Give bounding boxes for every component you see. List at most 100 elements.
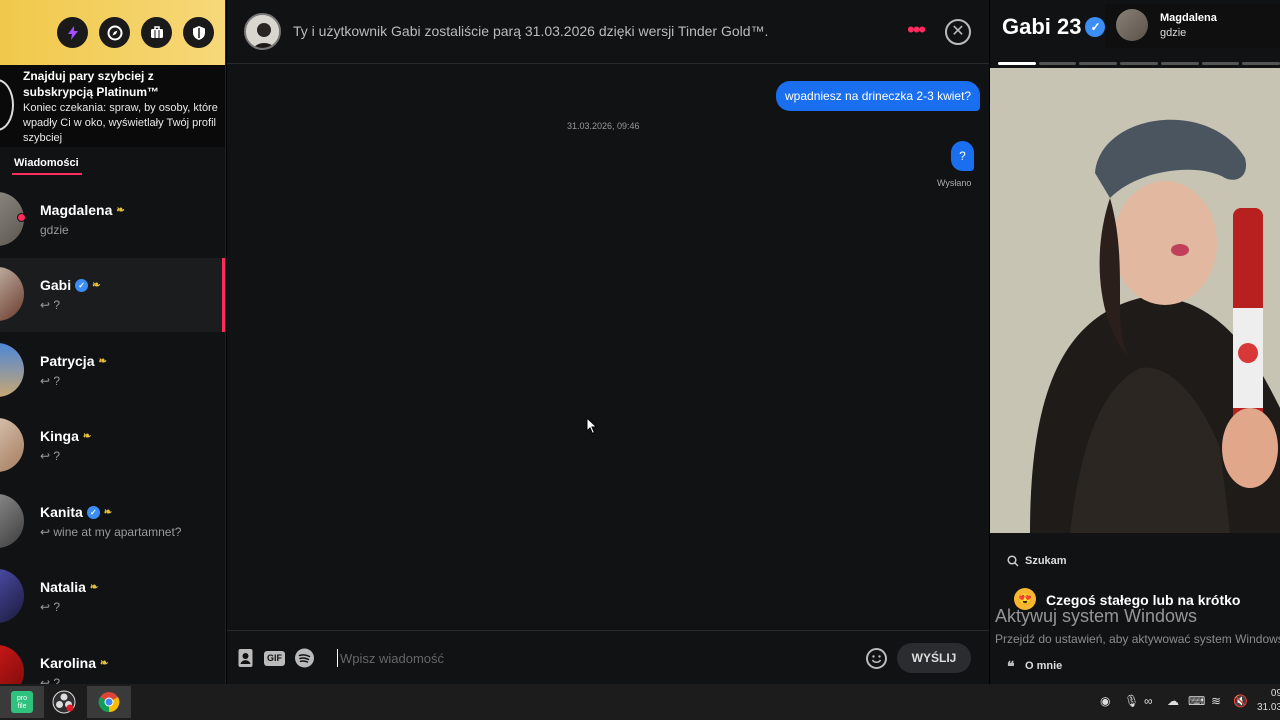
clock-time: 09 [1270, 688, 1280, 699]
conversation-name: Kanita ✓ ❧ [40, 504, 113, 520]
match-info-text: Ty i użytkownik Gabi zostaliście parą 31… [293, 23, 769, 39]
obs-tray-icon[interactable]: ◉ [1100, 694, 1110, 708]
taskbar-app-chrome[interactable] [87, 686, 131, 718]
search-icon [1007, 555, 1019, 567]
emoji-button[interactable] [866, 648, 887, 669]
tinder-app: Znajduj pary szybciej z subskrypcją Plat… [0, 0, 1280, 684]
avatar [0, 267, 24, 321]
conversation-name: Natalia ❧ [40, 579, 99, 595]
conversation-item-kanita[interactable]: Kanita ✓ ❧ ↩ wine at my apartamnet? [0, 485, 225, 559]
conversation-item-patrycja[interactable]: Patrycja ❧ ↩ ? [0, 334, 225, 408]
svg-text:pro: pro [17, 695, 27, 702]
taskbar: pro file ◉ 🎙 ∞ ☁ ⌨ ≋ 🔇 09 31.03 [0, 684, 1280, 720]
conversation-last-message: ↩ ? [40, 374, 61, 388]
message-timestamp: 31.03.2026, 09:46 [567, 121, 640, 131]
quote-icon: ❝ [1007, 658, 1015, 674]
cards-button[interactable] [141, 17, 172, 48]
message-bubble: ? [951, 141, 974, 171]
person-silhouette-icon [246, 15, 279, 48]
boost-button[interactable] [57, 17, 88, 48]
safety-button[interactable] [183, 17, 214, 48]
profile-name-age: Gabi 23 ✓ [1002, 14, 1106, 40]
spotify-icon[interactable] [294, 648, 315, 668]
gold-like-icon: ❧ [98, 355, 107, 367]
windows-activation-subtext: Przejdź do ustawień, aby aktywować syste… [995, 632, 1280, 646]
link-icon[interactable]: ∞ [1144, 694, 1153, 708]
avatar [0, 494, 24, 548]
match-avatar[interactable] [244, 13, 281, 50]
shield-icon [192, 25, 205, 40]
notification-avatar [1116, 9, 1148, 41]
avatar [0, 418, 24, 472]
conversation-item-gabi[interactable]: Gabi ✓ ❧ ↩ ? [0, 258, 225, 332]
svg-text:file: file [18, 703, 27, 710]
wifi-icon[interactable]: ≋ [1211, 694, 1221, 708]
notification-message: gdzie [1160, 27, 1187, 39]
conversation-last-message: ↩ ? [40, 298, 61, 312]
compass-icon [107, 25, 122, 40]
conversation-item-magdalena[interactable]: Magdalena ❧ gdzie [0, 183, 225, 257]
avatar [0, 645, 24, 684]
close-icon: ✕ [951, 23, 965, 40]
message-input[interactable] [337, 649, 837, 667]
gold-like-icon: ❧ [89, 581, 99, 593]
conversation-last-message: gdzie [40, 223, 69, 237]
lightning-icon [67, 25, 78, 40]
conversation-name: Patrycja ❧ [40, 353, 107, 369]
system-clock[interactable]: 09 31.03 [1257, 687, 1280, 715]
notification-sender: Magdalena [1160, 12, 1217, 24]
profile-photo-image [990, 68, 1280, 533]
conversation-last-message: ↩ ? [40, 449, 61, 463]
verified-icon: ✓ [1085, 17, 1106, 37]
sent-status: Wysłano [937, 178, 972, 188]
conversation-last-message: ↩ ? [40, 676, 61, 684]
taskbar-app-obs[interactable] [42, 686, 86, 718]
message-notification[interactable]: Magdalena gdzie [1105, 4, 1280, 48]
conversation-name: Karolina ❧ [40, 655, 109, 671]
looking-for-label: Szukam [1025, 555, 1067, 567]
mouse-cursor-icon [586, 417, 598, 435]
chrome-icon [98, 692, 120, 713]
message-composer: GIF WYŚLIJ [227, 630, 989, 684]
profile-photo[interactable] [990, 68, 1280, 533]
avatar [0, 569, 24, 623]
cloud-off-icon[interactable]: ☁ [1167, 694, 1179, 708]
chat-header: Ty i użytkownik Gabi zostaliście parą 31… [227, 0, 989, 64]
tab-underline [12, 173, 82, 175]
conversation-name: Gabi ✓ ❧ [40, 277, 101, 293]
profile-app-icon: profile [11, 691, 33, 713]
more-options-icon[interactable]: ••• [907, 19, 926, 41]
gold-like-icon: ❧ [103, 506, 113, 518]
promo-text: Koniec czekania: spraw, by osoby, które … [23, 102, 218, 144]
conversation-last-message: ↩ ? [40, 600, 61, 614]
chat-panel: Ty i użytkownik Gabi zostaliście parą 31… [227, 0, 989, 684]
clock-date: 31.03 [1257, 702, 1280, 713]
conversation-name: Kinga ❧ [40, 428, 92, 444]
gold-like-icon: ❧ [116, 204, 125, 216]
conversation-name: Magdalena ❧ [40, 202, 125, 218]
briefcase-icon [150, 25, 163, 38]
verified-icon: ✓ [75, 278, 89, 292]
windows-activation-watermark: Aktywuj system Windows [995, 606, 1198, 626]
platinum-promo[interactable]: Znajduj pary szybciej z subskrypcją Plat… [0, 65, 225, 147]
microphone-icon[interactable]: 🎙 [1124, 694, 1139, 708]
gold-like-icon: ❧ [100, 657, 109, 669]
tab-messages-label: Wiadomości [14, 157, 79, 169]
conversation-item-natalia[interactable]: Natalia ❧ ↩ ? [0, 560, 225, 634]
gold-like-icon: ❧ [92, 279, 101, 291]
promo-title: Znajduj pary szybciej z subskrypcją Plat… [23, 69, 160, 99]
contact-card-icon[interactable] [235, 648, 256, 668]
send-button[interactable]: WYŚLIJ [897, 643, 971, 673]
taskbar-app-profile[interactable]: pro file [0, 686, 44, 718]
volume-muted-icon[interactable]: 🔇 [1233, 694, 1248, 708]
close-chat-button[interactable]: ✕ [945, 19, 971, 45]
conversation-item-kinga[interactable]: Kinga ❧ ↩ ? [0, 409, 225, 483]
profile-panel: Gabi 23 ✓ Szukam 😍 Czegoś stałego lub na… [990, 0, 1280, 684]
gif-button[interactable]: GIF [264, 651, 285, 666]
avatar [0, 343, 24, 397]
obs-icon [52, 690, 76, 714]
gold-like-icon: ❧ [82, 430, 92, 442]
conversation-item-karolina[interactable]: Karolina ❧ ↩ ? [0, 636, 225, 684]
keyboard-icon[interactable]: ⌨ [1188, 694, 1205, 708]
explore-button[interactable] [99, 17, 130, 48]
